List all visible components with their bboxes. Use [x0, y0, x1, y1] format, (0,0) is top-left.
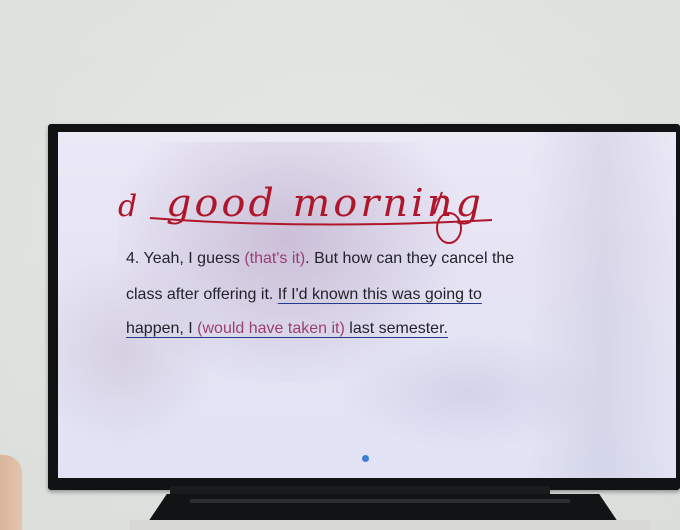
- line3-highlight: (would have taken it): [197, 320, 345, 337]
- line2-text-a: class after offering it.: [126, 286, 278, 303]
- line1-text-c: . But how can they cancel the: [305, 250, 515, 267]
- line2-underlined: If I'd known this was going to: [277, 286, 482, 303]
- slide-line-2: class after offering it. If I'd known th…: [126, 286, 596, 304]
- line1-highlight: (that's it): [244, 250, 306, 267]
- page-indicator-dot-icon: [362, 455, 369, 462]
- tv-screen: d good morning 4. Yeah, I guess (that's …: [58, 132, 676, 478]
- handwritten-annotation: d good morning: [118, 181, 493, 244]
- tv-stand-sheen: [190, 499, 570, 503]
- slide-line-1: 4. Yeah, I guess (that's it). But how ca…: [126, 250, 596, 268]
- line3-text-a: happen, I: [126, 320, 198, 337]
- person-arm-edge: [0, 455, 22, 530]
- slide-line-3: happen, I (would have taken it) last sem…: [126, 320, 596, 338]
- line3-text-c: last semester.: [344, 320, 448, 337]
- handwriting-prefix: d: [118, 189, 137, 224]
- cabinet-top: [130, 520, 650, 530]
- handwriting-main: good morning: [166, 181, 484, 225]
- line1-text-a: 4. Yeah, I guess: [126, 250, 245, 267]
